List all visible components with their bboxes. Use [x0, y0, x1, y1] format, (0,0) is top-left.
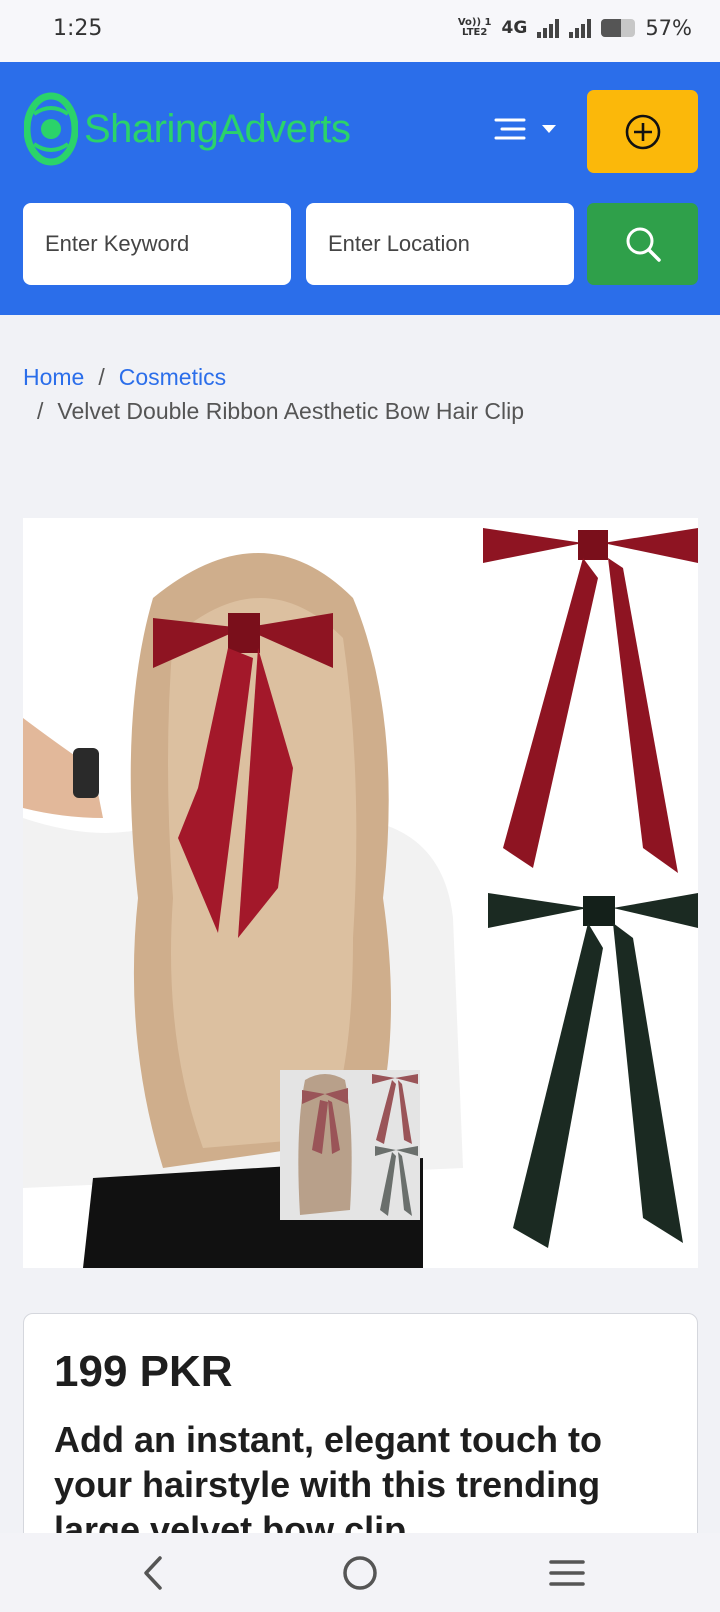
menu-button[interactable] — [494, 114, 560, 144]
logo-icon — [24, 92, 78, 166]
caret-down-icon — [542, 125, 556, 133]
home-circle-icon — [343, 1556, 377, 1590]
signal-1-icon — [537, 18, 560, 38]
product-description: Add an instant, elegant touch to your ha… — [54, 1419, 602, 1550]
breadcrumb-category[interactable]: Cosmetics — [119, 364, 226, 390]
battery-percent: 57% — [645, 16, 692, 40]
recents-menu-icon — [549, 1560, 585, 1586]
search-button[interactable] — [587, 203, 698, 285]
image-thumbnail[interactable] — [280, 1070, 420, 1220]
breadcrumb-home[interactable]: Home — [23, 364, 84, 390]
breadcrumb: Home / Cosmetics / Velvet Double Ribbon Aes… — [23, 360, 703, 428]
network-type: 4G — [501, 18, 528, 38]
battery-icon — [601, 19, 636, 37]
volte-indicator: Vo)) 1 LTE2 — [457, 17, 492, 38]
back-chevron-icon — [144, 1556, 162, 1590]
keyword-input[interactable] — [23, 203, 291, 285]
breadcrumb-current: Velvet Double Ribbon Aesthetic Bow Hair … — [57, 398, 525, 424]
search-icon — [626, 227, 661, 262]
breadcrumb-separator: / — [37, 398, 44, 424]
post-ad-button[interactable] — [587, 90, 698, 173]
product-image[interactable] — [23, 518, 698, 1268]
plus-circle-icon — [625, 114, 660, 149]
recents-button[interactable] — [545, 1551, 589, 1595]
home-button[interactable] — [338, 1551, 382, 1595]
status-bar: 1:25 Vo)) 1 LTE2 4G 57% — [0, 0, 720, 62]
location-input[interactable] — [306, 203, 574, 285]
site-logo[interactable]: SharingAdverts — [24, 92, 351, 166]
site-header: SharingAdverts — [0, 62, 720, 315]
system-nav-bar — [0, 1533, 720, 1612]
back-button[interactable] — [131, 1551, 175, 1595]
status-time: 1:25 — [53, 16, 103, 41]
logo-text: SharingAdverts — [84, 106, 351, 151]
signal-2-icon — [569, 18, 592, 38]
battery-fill — [601, 19, 621, 37]
breadcrumb-separator: / — [98, 364, 105, 390]
product-price: 199 PKR — [54, 1347, 233, 1396]
hamburger-menu-icon — [494, 118, 526, 140]
status-icons: Vo)) 1 LTE2 4G 57% — [458, 16, 692, 40]
thumbnail-image — [280, 1070, 420, 1220]
